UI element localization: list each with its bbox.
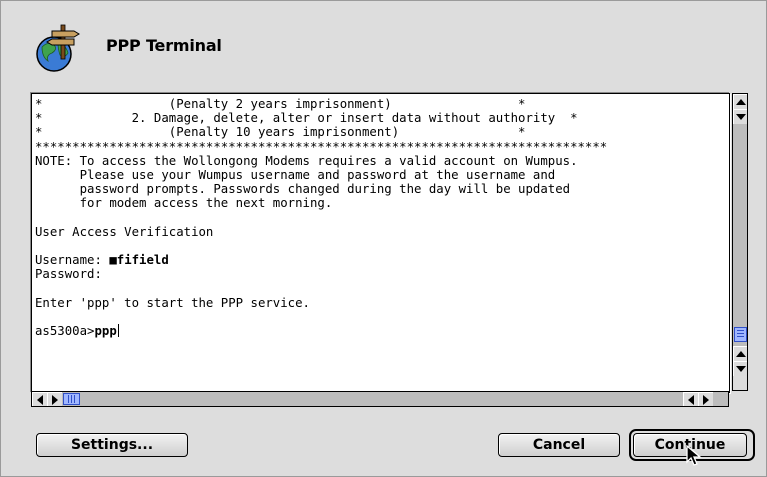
terminal-line: ****************************************… [35,139,608,154]
terminal-line: * (Penalty 10 years imprisonment) * [35,125,526,140]
terminal-output[interactable]: * (Penalty 2 years imprisonment) * * 2. … [31,93,730,393]
globe-signpost-icon [36,24,80,72]
scroll-right-arrow-icon[interactable] [47,392,62,406]
terminal-line: Enter 'ppp' to start the PPP service. [35,295,310,310]
username-value: ■fifield [109,253,169,268]
text-cursor [117,324,119,338]
horizontal-scrollbar[interactable] [31,391,729,407]
scroll-down-arrow-icon[interactable] [733,361,747,376]
scroll-right-arrow-icon[interactable] [698,392,713,406]
scroll-up-arrow-icon[interactable] [733,346,747,361]
scrollbar-corner [732,391,748,407]
terminal-line: as5300a> [35,324,95,339]
ppp-terminal-window: PPP Terminal * (Penalty 2 years imprison… [0,0,767,477]
terminal-line: User Access Verification [35,224,214,239]
terminal-line: for modem access the next morning. [35,196,333,211]
scroll-left-arrow-icon[interactable] [683,392,698,406]
terminal-line: Password: [35,267,102,282]
terminal-line: NOTE: To access the Wollongong Modems re… [35,153,578,168]
terminal-line: * 2. Damage, delete, alter or insert dat… [35,111,578,126]
terminal-text: * (Penalty 2 years imprisonment) * * 2. … [32,94,729,338]
horizontal-scroll-thumb[interactable] [63,393,80,405]
mouse-pointer-icon [686,445,702,466]
terminal-line: * (Penalty 2 years imprisonment) * [35,97,526,111]
terminal-line: Username: [35,253,110,268]
window-title: PPP Terminal [106,36,222,55]
settings-button[interactable]: Settings... [36,433,188,457]
scroll-down-arrow-icon[interactable] [733,109,747,124]
scroll-left-arrow-icon[interactable] [32,392,47,406]
scrollbar-end-cap [733,376,747,390]
vertical-scroll-thumb[interactable] [734,327,747,342]
cancel-button[interactable]: Cancel [498,433,620,457]
terminal-line: password prompts. Passwords changed duri… [35,182,571,197]
terminal-line: Please use your Wumpus username and pass… [35,168,556,183]
vertical-scrollbar[interactable] [732,93,748,391]
command-input[interactable]: ppp [94,324,116,338]
scroll-up-arrow-icon[interactable] [733,94,747,109]
